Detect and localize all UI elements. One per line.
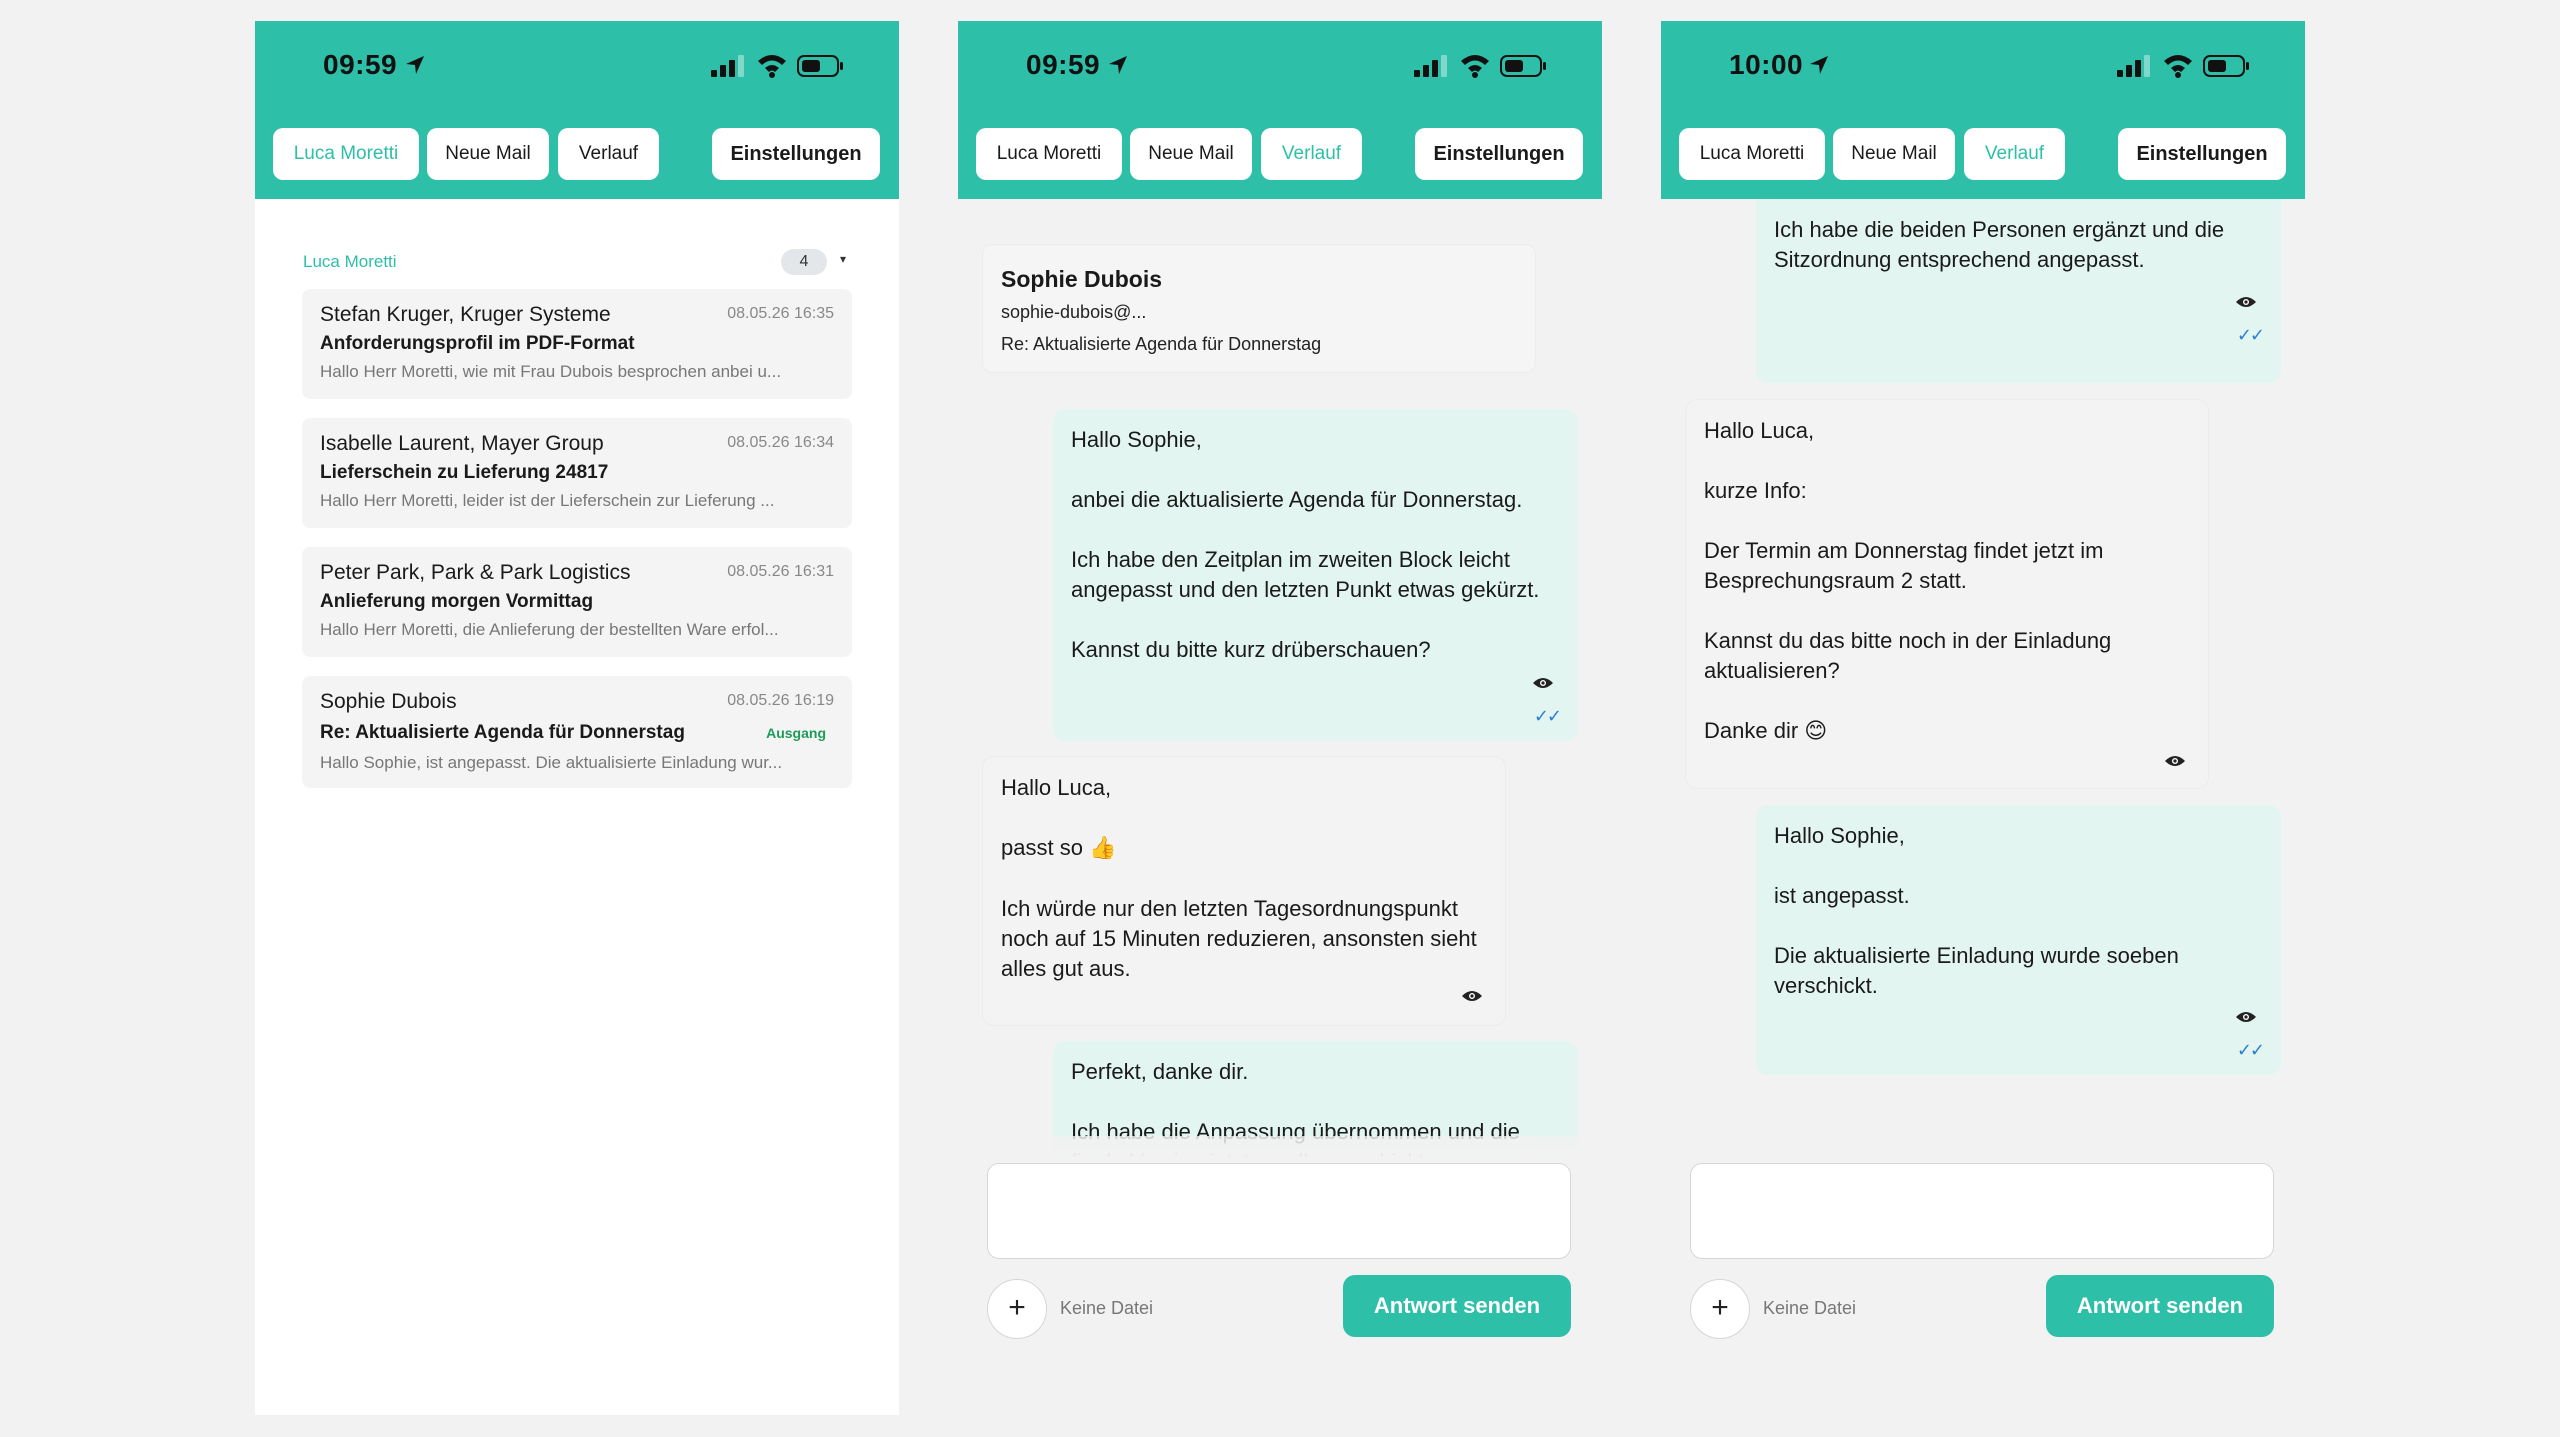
status-bar: 09:59 (255, 21, 899, 111)
phone-screen-mail-list: 09:59 Luca Moretti Neue Mail Verlauf Ein… (255, 21, 899, 1415)
app-header: 09:59 Luca Moretti Neue Mail Verlauf Ein… (958, 21, 1602, 199)
status-bar: 10:00 (1661, 21, 2305, 111)
mail-list-item[interactable]: Stefan Kruger, Kruger Systeme 08.05.26 1… (302, 289, 852, 399)
mail-date: 08.05.26 16:31 (727, 563, 834, 580)
settings-button[interactable]: Einstellungen (712, 128, 880, 180)
attach-file-button[interactable]: + (987, 1279, 1047, 1339)
mail-preview: Hallo Herr Moretti, wie mit Frau Dubois … (320, 362, 782, 381)
mail-list-item[interactable]: Isabelle Laurent, Mayer Group 08.05.26 1… (302, 418, 852, 528)
wifi-icon (756, 52, 788, 78)
message-incoming: Hallo Luca, passt so 👍 Ich würde nur den… (982, 756, 1506, 1026)
tab-new-mail[interactable]: Neue Mail (1833, 128, 1955, 180)
mail-preview: Hallo Herr Moretti, leider ist der Liefe… (320, 491, 775, 510)
mail-date: 08.05.26 16:35 (727, 305, 834, 322)
tab-new-mail[interactable]: Neue Mail (1130, 128, 1252, 180)
reply-composer: + Keine Datei Antwort senden (1661, 1157, 2305, 1415)
message-text: Hallo Luca, passt so 👍 Ich würde nur den… (1001, 773, 1487, 984)
cellular-signal-icon (1414, 55, 1448, 77)
contact-card: Sophie Dubois sophie-dubois@... Re: Aktu… (982, 244, 1536, 373)
send-reply-button[interactable]: Antwort senden (2046, 1275, 2274, 1337)
contact-name: Sophie Dubois (1001, 266, 1162, 292)
location-arrow-icon (403, 53, 427, 77)
wifi-icon (2162, 52, 2194, 78)
no-file-label: Keine Datei (1060, 1298, 1154, 1318)
mail-preview: Hallo Sophie, ist angepasst. Die aktuali… (320, 753, 783, 772)
tab-history[interactable]: Verlauf (1261, 128, 1362, 180)
contact-group-header[interactable]: Luca Moretti 4 ▾ (303, 249, 853, 279)
phone-screen-conversation-scrolled: 10:00 Luca Moretti Neue Mail Verlauf Ein… (1661, 21, 2305, 1415)
message-text: Ich habe die beiden Personen ergänzt und… (1774, 217, 2225, 272)
tab-history[interactable]: Verlauf (1964, 128, 2065, 180)
app-header: 09:59 Luca Moretti Neue Mail Verlauf Ein… (255, 21, 899, 199)
mail-sender: Isabelle Laurent, Mayer Group (320, 432, 604, 455)
mail-sender: Stefan Kruger, Kruger Systeme (320, 303, 611, 326)
message-outgoing: Ich habe die beiden Personen ergänzt und… (1756, 199, 2281, 383)
message-text: Hallo Sophie, ist angepasst. Die aktuali… (1774, 823, 2179, 998)
cellular-signal-icon (2117, 55, 2151, 77)
location-arrow-icon (1106, 53, 1130, 77)
double-check-icon: ✓✓ (1533, 706, 1562, 726)
cellular-signal-icon (711, 55, 745, 77)
mail-preview: Hallo Herr Moretti, die Anlieferung der … (320, 620, 779, 639)
tab-contact[interactable]: Luca Moretti (273, 128, 419, 180)
status-time: 10:00 (1729, 49, 1804, 80)
wifi-icon (1459, 52, 1491, 78)
settings-button[interactable]: Einstellungen (1415, 128, 1583, 180)
mail-date: 08.05.26 16:19 (727, 692, 834, 709)
status-time: 09:59 (323, 49, 398, 80)
tab-new-mail[interactable]: Neue Mail (427, 128, 549, 180)
message-text: Hallo Sophie, anbei die aktualisierte Ag… (1071, 427, 1540, 662)
contact-email: sophie-dubois@... (1001, 302, 1147, 322)
send-reply-button[interactable]: Antwort senden (1343, 1275, 1571, 1337)
mail-list-item[interactable]: Sophie Dubois 08.05.26 16:19 Re: Aktuali… (302, 676, 852, 788)
mail-sender: Sophie Dubois (320, 690, 457, 713)
reply-composer: + Keine Datei Antwort senden (958, 1157, 1602, 1415)
tab-contact[interactable]: Luca Moretti (976, 128, 1122, 180)
outbox-badge: Ausgang (766, 725, 826, 741)
mail-subject: Anforderungsprofil im PDF-Format (320, 333, 635, 354)
eye-icon (2235, 1010, 2257, 1024)
battery-icon (2203, 54, 2251, 78)
mail-subject: Anlieferung morgen Vormittag (320, 591, 594, 612)
mail-subject: Re: Aktualisierte Agenda für Donnerstag (320, 722, 685, 743)
double-check-icon: ✓✓ (2236, 1040, 2265, 1060)
tab-history[interactable]: Verlauf (558, 128, 659, 180)
eye-icon (1532, 676, 1554, 690)
thumbs-up-emoji: 👍 (1089, 836, 1117, 861)
chevron-down-icon[interactable]: ▾ (840, 252, 846, 266)
mail-sender: Peter Park, Park & Park Logistics (320, 561, 631, 584)
thread-subject: Re: Aktualisierte Agenda für Donnerstag (1001, 334, 1322, 354)
message-text-part: Ich würde nur den letzten Tagesordnungsp… (1001, 896, 1477, 981)
message-incoming: Hallo Luca, kurze Info: Der Termin am Do… (1685, 399, 2209, 789)
mail-subject: Lieferschein zu Lieferung 24817 (320, 462, 609, 483)
settings-button[interactable]: Einstellungen (2118, 128, 2286, 180)
attach-file-button[interactable]: + (1690, 1279, 1750, 1339)
mail-date: 08.05.26 16:34 (727, 434, 834, 451)
group-name: Luca Moretti (303, 252, 397, 271)
eye-icon (2164, 754, 2186, 768)
battery-icon (1500, 54, 1548, 78)
tab-contact[interactable]: Luca Moretti (1679, 128, 1825, 180)
reply-input[interactable] (987, 1163, 1571, 1259)
eye-icon (2235, 295, 2257, 309)
smile-emoji: 😊 (1804, 719, 1828, 744)
message-text-part: Hallo Luca, kurze Info: Der Termin am Do… (1704, 418, 2112, 743)
conversation-scroll[interactable]: Ich habe die beiden Personen ergänzt und… (1661, 199, 2305, 1157)
conversation-scroll[interactable]: Sophie Dubois sophie-dubois@... Re: Aktu… (958, 199, 1602, 1157)
message-text: Hallo Luca, kurze Info: Der Termin am Do… (1704, 416, 2190, 747)
phone-screen-conversation: 09:59 Luca Moretti Neue Mail Verlauf Ein… (958, 21, 1602, 1415)
app-header: 10:00 Luca Moretti Neue Mail Verlauf Ein… (1661, 21, 2305, 199)
group-count-badge: 4 (781, 249, 827, 275)
mail-list-item[interactable]: Peter Park, Park & Park Logistics 08.05.… (302, 547, 852, 657)
message-outgoing: Hallo Sophie, ist angepasst. Die aktuali… (1756, 805, 2281, 1075)
status-bar: 09:59 (958, 21, 1602, 111)
status-time: 09:59 (1026, 49, 1101, 80)
no-file-label: Keine Datei (1763, 1298, 1857, 1318)
location-arrow-icon (1807, 53, 1831, 77)
message-outgoing: Hallo Sophie, anbei die aktualisierte Ag… (1053, 409, 1578, 741)
battery-icon (797, 54, 845, 78)
reply-input[interactable] (1690, 1163, 2274, 1259)
eye-icon (1461, 989, 1483, 1003)
double-check-icon: ✓✓ (2236, 325, 2265, 345)
